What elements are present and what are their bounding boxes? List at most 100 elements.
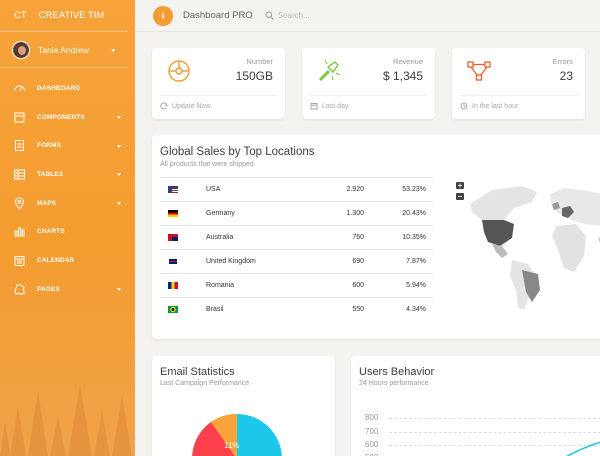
brand[interactable]: CT CREATIVE TIM <box>0 0 127 32</box>
calendar-icon <box>310 103 318 110</box>
flag-gb-icon <box>168 257 178 265</box>
stat-value: 150GB <box>235 69 273 83</box>
stat-label: Number <box>246 57 273 66</box>
sidebar-item-tables[interactable]: TABLES <box>0 160 135 189</box>
flag-au-icon <box>168 233 178 241</box>
email-statistics-card: Email Statistics Last Campaign Performan… <box>152 356 335 456</box>
sidebar-item-label: TABLES <box>37 170 64 178</box>
search-icon <box>265 11 274 20</box>
sidebar-item-charts[interactable]: CHARTS <box>0 217 135 246</box>
sidebar-item-label: DASHBOARD <box>37 84 81 92</box>
user-menu[interactable]: Tania Andrew <box>0 32 127 68</box>
sidebar-item-label: FORMS <box>37 142 62 150</box>
caret-down-icon <box>117 288 121 292</box>
percent-cell: 53.23% <box>364 177 434 202</box>
forms-icon <box>12 139 26 153</box>
brand-name: CREATIVE TIM <box>38 10 105 21</box>
country-cell: USA <box>206 177 314 202</box>
search-box[interactable]: Search... <box>265 11 310 20</box>
users-behavior-card: Users Behavior 24 Hours performance 800 … <box>351 356 600 456</box>
sidebar: CT CREATIVE TIM Tania Andrew DASHBOARD C… <box>0 0 135 456</box>
table-row: Germany 1.300 20.43% <box>160 201 434 226</box>
zoom-controls <box>456 182 464 200</box>
percent-cell: 10.35% <box>364 225 434 250</box>
charts-icon <box>12 225 26 239</box>
clock-icon <box>460 102 468 110</box>
vector-icon <box>467 61 491 81</box>
sidebar-item-label: PAGES <box>37 285 60 293</box>
sidebar-item-components[interactable]: COMPONENTS <box>0 103 135 132</box>
flag-de-icon <box>168 209 178 217</box>
country-cell: Germany <box>206 201 314 226</box>
sidebar-item-pages[interactable]: PAGES <box>0 275 135 304</box>
brand-logo-mini: CT <box>14 10 27 21</box>
sales-table: USA 2.920 53.23% Germany 1.300 20.43% Au… <box>160 177 434 322</box>
divider <box>310 95 427 96</box>
tables-icon <box>12 167 26 181</box>
server-icon <box>168 60 190 82</box>
stat-card-number: Number 150GB Update Now <box>152 48 285 119</box>
avatar <box>12 40 30 59</box>
sidebar-nav: DASHBOARD COMPONENTS FORMS TABLES MAPS C… <box>0 74 135 304</box>
stat-value: $ 1,345 <box>382 69 423 83</box>
email-pie-chart[interactable]: 11% <box>152 356 335 456</box>
refresh-icon <box>160 102 168 110</box>
line-series <box>565 441 600 456</box>
components-icon <box>12 110 26 124</box>
sidebar-item-forms[interactable]: FORMS <box>0 131 135 160</box>
sales-cell: 600 <box>314 273 364 298</box>
stat-footer-text: Update Now <box>172 102 211 110</box>
dashboard-icon <box>12 81 26 95</box>
sidebar-item-maps[interactable]: MAPS <box>0 189 135 218</box>
sidebar-item-label: COMPONENTS <box>37 113 85 121</box>
page-title[interactable]: Dashboard PRO <box>183 10 253 21</box>
country-cell: Romania <box>206 273 314 298</box>
top-navbar: i Dashboard PRO Search... <box>135 0 600 32</box>
percent-cell: 7.87% <box>364 249 434 274</box>
country-cell: United Kingdom <box>206 249 314 274</box>
stat-value: 23 <box>559 69 573 83</box>
country-cell: Australia <box>206 225 314 250</box>
users-line-chart[interactable] <box>351 356 600 456</box>
stat-card-errors: Errors 23 In the last hour <box>452 48 585 119</box>
stat-footer[interactable]: Update Now <box>160 102 211 110</box>
pages-icon <box>12 282 26 296</box>
pie-slice[interactable] <box>237 414 282 456</box>
table-row: Romania 600 5.94% <box>160 273 434 298</box>
table-row: Australia 760 10.35% <box>160 225 434 250</box>
country-cell: Brasil <box>206 297 314 322</box>
card-subtitle: All products that were shipped <box>160 161 254 168</box>
stat-label: Errors <box>552 57 573 66</box>
stat-footer-text: In the last hour <box>472 102 519 110</box>
maps-icon <box>12 196 26 210</box>
global-sales-card: Global Sales by Top Locations All produc… <box>152 135 600 339</box>
table-row: Brasil 550 4.34% <box>160 297 434 322</box>
caret-down-icon <box>117 116 121 120</box>
sales-cell: 1.300 <box>314 201 364 226</box>
search-input[interactable]: Search... <box>278 11 310 20</box>
stat-footer: In the last hour <box>460 102 518 110</box>
stat-label: Revenue <box>392 57 423 66</box>
sales-cell: 760 <box>314 225 364 250</box>
sidebar-item-calendar[interactable]: CALENDAR <box>0 246 135 275</box>
pie-label: 11% <box>224 441 239 450</box>
sales-cell: 2.920 <box>314 177 364 202</box>
sales-cell: 690 <box>314 249 364 274</box>
sales-cell: 550 <box>314 297 364 322</box>
divider <box>160 95 277 96</box>
stat-footer-text: Last day <box>322 102 349 110</box>
sidebar-toggle-button[interactable]: i <box>153 5 173 26</box>
stat-footer: Last day <box>310 102 348 110</box>
caret-down-icon <box>111 48 115 52</box>
caret-down-icon <box>117 144 121 148</box>
caret-down-icon <box>117 202 121 206</box>
user-name: Tania Andrew <box>38 44 90 55</box>
flag-ro-icon <box>168 281 178 289</box>
table-row: United Kingdom 690 7.87% <box>160 249 434 274</box>
table-row: USA 2.920 53.23% <box>160 177 434 202</box>
world-map[interactable] <box>452 180 600 330</box>
sidebar-item-dashboard[interactable]: DASHBOARD <box>0 74 135 103</box>
card-title: Global Sales by Top Locations <box>160 146 315 158</box>
flag-us-icon <box>168 185 178 193</box>
flag-br-icon <box>168 306 178 314</box>
